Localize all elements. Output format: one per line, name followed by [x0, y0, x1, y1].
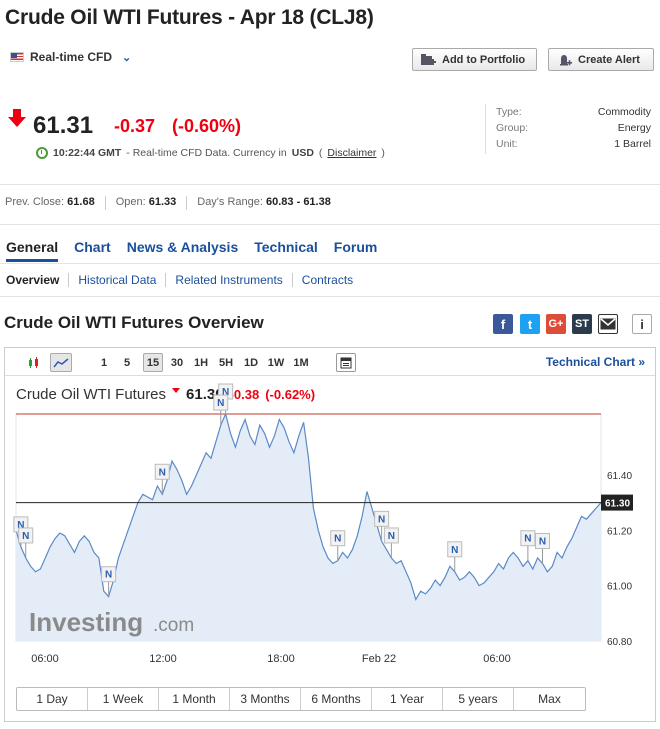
y-tick-label: 61.20 — [607, 526, 632, 537]
cfd-label: Real-time CFD — [30, 50, 113, 64]
open-key: Open: — [115, 196, 146, 208]
unit-key: Unit: — [496, 138, 518, 150]
subtab-overview[interactable]: Overview — [6, 273, 70, 287]
divider — [0, 296, 660, 297]
subtab-related-instruments[interactable]: Related Instruments — [166, 273, 293, 287]
subtab-contracts[interactable]: Contracts — [293, 273, 362, 287]
news-marker-label: N — [217, 398, 224, 409]
chevron-down-icon: ⌄ — [122, 51, 132, 64]
quote-time-row: 10:22:44 GMT - Real-time CFD Data. Curre… — [36, 147, 385, 159]
y-tick-label: 61.40 — [607, 471, 632, 482]
google-plus-icon[interactable]: G+ — [546, 314, 566, 334]
unit-value: 1 Barrel — [614, 138, 651, 150]
paren-close: ) — [381, 147, 385, 159]
separator — [186, 196, 188, 210]
add-to-portfolio-label: Add to Portfolio — [442, 53, 526, 66]
tab-news-analysis[interactable]: News & Analysis — [127, 239, 239, 262]
cfd-selector[interactable]: Real-time CFD ⌄ — [10, 50, 131, 64]
divider — [0, 263, 660, 264]
stocktwits-icon[interactable]: ST — [572, 314, 592, 334]
x-tick-label: Feb 22 — [362, 653, 396, 665]
tab-general[interactable]: General — [6, 239, 59, 262]
separator — [104, 196, 106, 210]
price-chart[interactable]: 61.40 61.20 61.00 60.80 61.30 06:00 12:00 18:00… — [5, 348, 655, 678]
y-tick-label: 60.80 — [607, 637, 632, 648]
day-range-value: 60.83 - 61.38 — [266, 196, 331, 208]
group-key: Group: — [496, 122, 529, 134]
portfolio-icon — [421, 53, 436, 65]
add-to-portfolio-button[interactable]: Add to Portfolio — [412, 48, 537, 71]
page-title: Crude Oil WTI Futures - Apr 18 (CLJ8) — [5, 6, 374, 29]
divider — [0, 184, 660, 185]
watermark-brand: Investing — [29, 607, 143, 637]
news-marker-label: N — [451, 545, 458, 556]
create-alert-button[interactable]: Create Alert — [548, 48, 654, 71]
create-alert-label: Create Alert — [578, 53, 640, 66]
currency: USD — [291, 147, 314, 159]
watermark-suffix: .com — [153, 615, 194, 636]
prev-close-key: Prev. Close: — [5, 196, 65, 208]
price-change: -0.37 — [114, 116, 156, 136]
last-price: 61.31 — [33, 112, 94, 139]
x-tick-label: 06:00 — [483, 653, 511, 665]
range-3-months[interactable]: 3 Months — [230, 688, 301, 710]
envelope-shape — [600, 318, 616, 330]
news-marker-label: N — [159, 467, 166, 478]
subtab-historical-data[interactable]: Historical Data — [69, 273, 167, 287]
alert-bell-icon — [560, 54, 572, 65]
tab-forum[interactable]: Forum — [334, 239, 378, 262]
x-tick-label: 18:00 — [267, 653, 295, 665]
main-tabs: General Chart News & Analysis Technical … — [6, 239, 377, 262]
news-marker-label: N — [105, 570, 112, 581]
x-tick-label: 06:00 — [31, 653, 59, 665]
quote-time: 10:22:44 GMT — [53, 147, 122, 159]
group-value: Energy — [617, 122, 651, 134]
down-arrow-icon — [8, 109, 26, 127]
section-title: Crude Oil WTI Futures Overview — [4, 313, 264, 332]
range-selector: 1 Day 1 Week 1 Month 3 Months 6 Months 1… — [16, 687, 586, 711]
email-icon[interactable] — [598, 314, 618, 334]
clock-icon — [36, 147, 48, 159]
divider — [0, 224, 660, 225]
type-value: Commodity — [597, 106, 651, 118]
price-change-percent: (-0.60%) — [172, 116, 242, 136]
day-range-key: Day's Range: — [197, 196, 263, 208]
news-marker-label: N — [334, 534, 341, 545]
tab-chart[interactable]: Chart — [74, 239, 111, 262]
prev-close-value: 61.68 — [67, 196, 95, 208]
info-icon[interactable]: i — [632, 314, 652, 334]
facebook-icon[interactable]: f — [493, 314, 513, 334]
day-stats: Prev. Close: 61.68 Open: 61.33 Day's Ran… — [5, 196, 331, 210]
y-tick-label: 61.00 — [607, 582, 632, 593]
disclaimer-link[interactable]: Disclaimer — [327, 147, 376, 159]
x-tick-label: 12:00 — [149, 653, 177, 665]
range-5-years[interactable]: 5 years — [443, 688, 514, 710]
news-marker-label: N — [22, 531, 29, 542]
news-marker-label: N — [388, 531, 395, 542]
quote-note: - Real-time CFD Data. Currency in — [126, 147, 287, 159]
sub-tabs: Overview Historical Data Related Instrum… — [6, 273, 362, 287]
news-marker-label: N — [539, 536, 546, 547]
open-value: 61.33 — [148, 196, 177, 208]
range-6-months[interactable]: 6 Months — [301, 688, 372, 710]
paren-open: ( — [318, 147, 323, 159]
tab-technical[interactable]: Technical — [254, 239, 318, 262]
instrument-info: Type: Commodity Group: Energy Unit: 1 Barre… — [485, 104, 651, 154]
chart-widget: 1 5 15 30 1H 5H 1D 1W 1M Technical Chart… — [4, 347, 656, 722]
twitter-icon[interactable]: t — [520, 314, 540, 334]
range-1-day[interactable]: 1 Day — [17, 688, 88, 710]
type-key: Type: — [496, 106, 522, 118]
current-price-label: 61.30 — [605, 499, 630, 510]
range-max[interactable]: Max — [514, 688, 585, 710]
range-1-month[interactable]: 1 Month — [159, 688, 230, 710]
range-1-week[interactable]: 1 Week — [88, 688, 159, 710]
us-flag-icon — [10, 52, 24, 62]
news-marker-label: N — [378, 514, 385, 525]
range-1-year[interactable]: 1 Year — [372, 688, 443, 710]
news-marker-label: N — [524, 534, 531, 545]
